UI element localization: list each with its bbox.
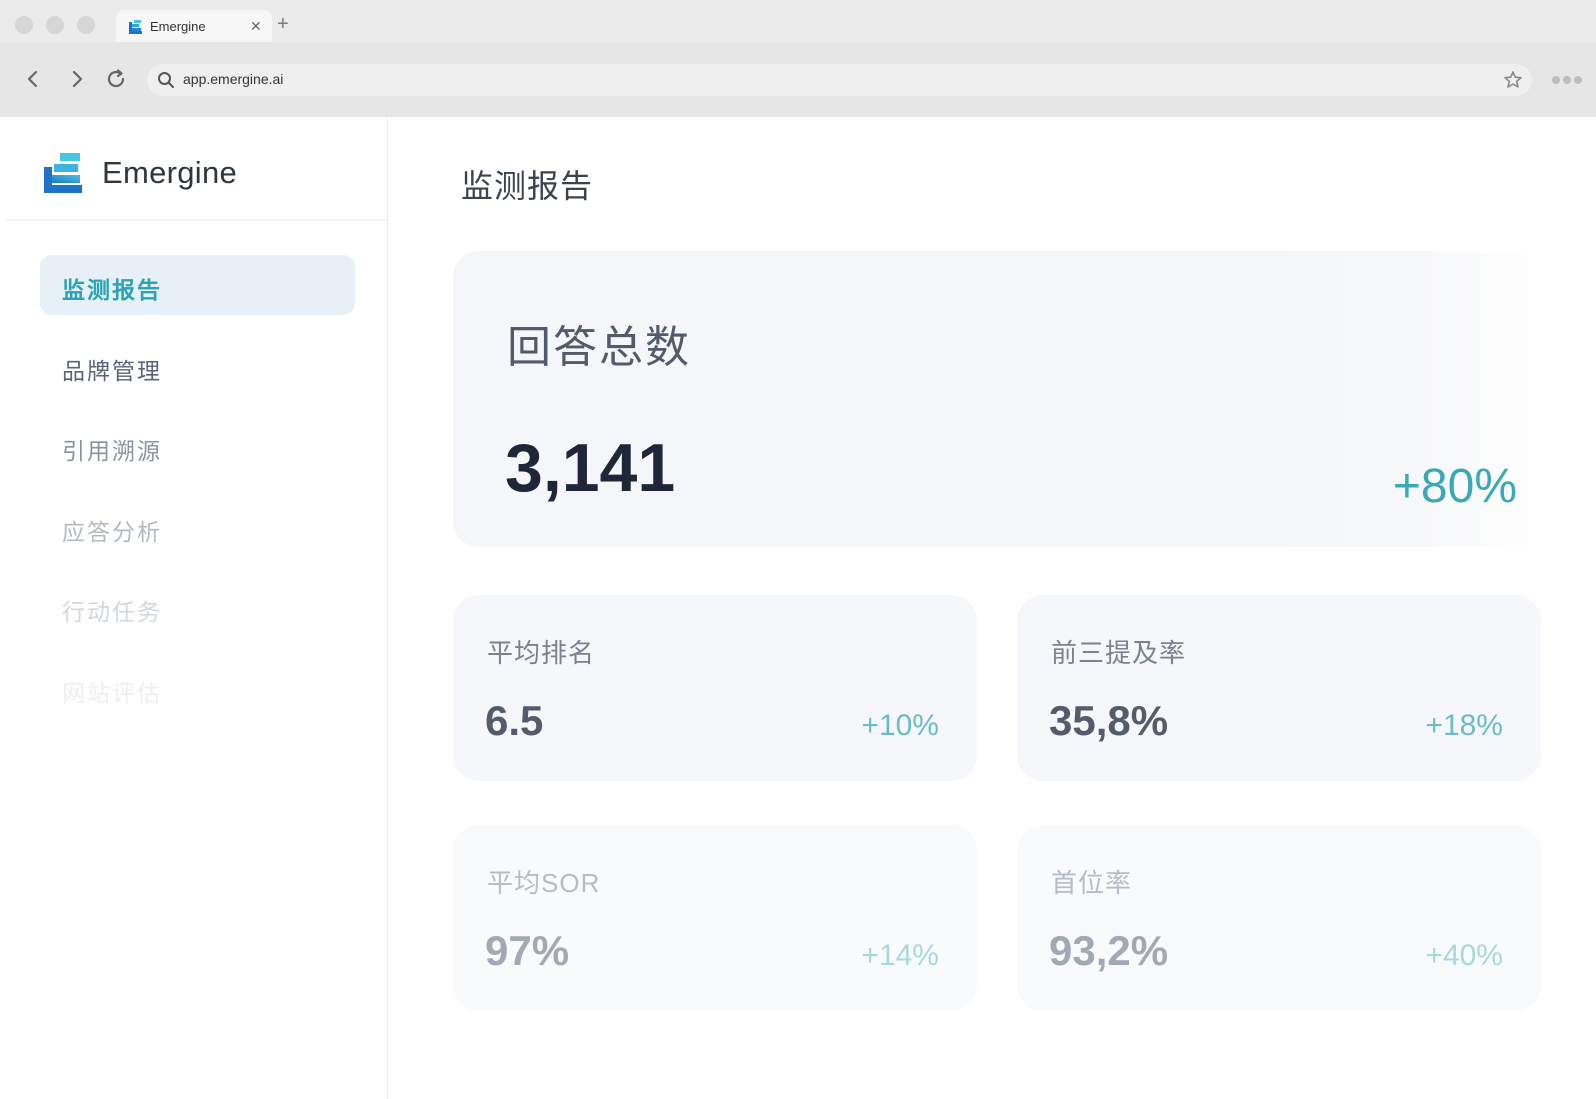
- new-tab-icon[interactable]: +: [277, 12, 289, 36]
- url-text: app.emergine.ai: [183, 71, 284, 87]
- hero-label: 回答总数: [507, 323, 691, 372]
- browser-tab[interactable]: Emergine ✕: [116, 10, 272, 44]
- search-icon: [158, 72, 174, 88]
- sidebar: Emergine 监测报告 品牌管理 引用溯源 应答分析 行动任务 网站评估: [0, 117, 388, 1099]
- sidebar-item-label: 引用溯源: [62, 438, 162, 464]
- sidebar-item-label: 监测报告: [62, 277, 162, 303]
- sidebar-item-monitoring-report[interactable]: 监测报告: [40, 255, 355, 315]
- browser-toolbar: app.emergine.ai: [0, 42, 1596, 117]
- emergine-favicon-icon: [129, 20, 142, 34]
- metric-value: 93,2%: [1049, 927, 1169, 974]
- back-arrow-icon[interactable]: [20, 66, 46, 92]
- metric-change: +10%: [861, 709, 939, 742]
- brand-divider: [6, 219, 388, 221]
- main-content: 监测报告 回答总数 3,141 +80% 平均排名 6.5 +10% 前三提及率…: [389, 117, 1596, 1099]
- more-menu-icon[interactable]: [1551, 74, 1583, 86]
- sidebar-item-citation-tracing[interactable]: 引用溯源: [40, 416, 355, 476]
- metric-label: 平均SOR: [487, 868, 601, 898]
- hero-value: 3,141: [505, 430, 676, 506]
- reload-icon[interactable]: [103, 66, 129, 92]
- sidebar-item-action-tasks[interactable]: 行动任务: [40, 577, 355, 637]
- sidebar-item-brand-management[interactable]: 品牌管理: [40, 336, 355, 396]
- sidebar-item-label: 行动任务: [62, 599, 162, 625]
- brand-name: Emergine: [102, 155, 238, 190]
- sidebar-item-site-assessment[interactable]: 网站评估: [40, 658, 355, 718]
- metric-card-first-position-rate[interactable]: 首位率 93,2% +40%: [1017, 825, 1541, 1011]
- bookmark-star-icon[interactable]: [1502, 69, 1524, 91]
- metric-label: 前三提及率: [1051, 638, 1187, 668]
- metric-change: +40%: [1425, 939, 1503, 972]
- metric-value: 35,8%: [1049, 697, 1169, 744]
- metric-label: 平均排名: [487, 638, 596, 668]
- window-maximize-dot[interactable]: [77, 16, 95, 34]
- metric-change: +14%: [861, 939, 939, 972]
- sidebar-item-label: 应答分析: [62, 519, 162, 545]
- brand[interactable]: Emergine: [44, 151, 237, 195]
- metric-change: +18%: [1425, 709, 1503, 742]
- metric-card-top3-mention-rate[interactable]: 前三提及率 35,8% +18%: [1017, 595, 1541, 781]
- metric-value: 97%: [485, 927, 570, 974]
- page-title: 监测报告: [461, 168, 594, 204]
- sidebar-item-label: 网站评估: [62, 680, 162, 706]
- metric-label: 首位率: [1051, 868, 1133, 898]
- forward-arrow-icon[interactable]: [64, 66, 90, 92]
- metric-value: 6.5: [485, 697, 544, 744]
- total-answers-card[interactable]: 回答总数 3,141 +80%: [453, 251, 1553, 547]
- metric-card-average-sor[interactable]: 平均SOR 97% +14%: [453, 825, 977, 1011]
- emergine-logo-icon: [44, 153, 82, 193]
- sidebar-item-label: 品牌管理: [62, 358, 162, 384]
- hero-change: +80%: [1392, 460, 1517, 513]
- tab-close-icon[interactable]: ✕: [250, 16, 262, 36]
- metric-card-average-rank[interactable]: 平均排名 6.5 +10%: [453, 595, 977, 781]
- window-close-dot[interactable]: [15, 16, 33, 34]
- window-minimize-dot[interactable]: [46, 16, 64, 34]
- tab-title: Emergine: [150, 19, 206, 34]
- sidebar-item-response-analysis[interactable]: 应答分析: [40, 497, 355, 557]
- address-bar[interactable]: app.emergine.ai: [147, 64, 1532, 96]
